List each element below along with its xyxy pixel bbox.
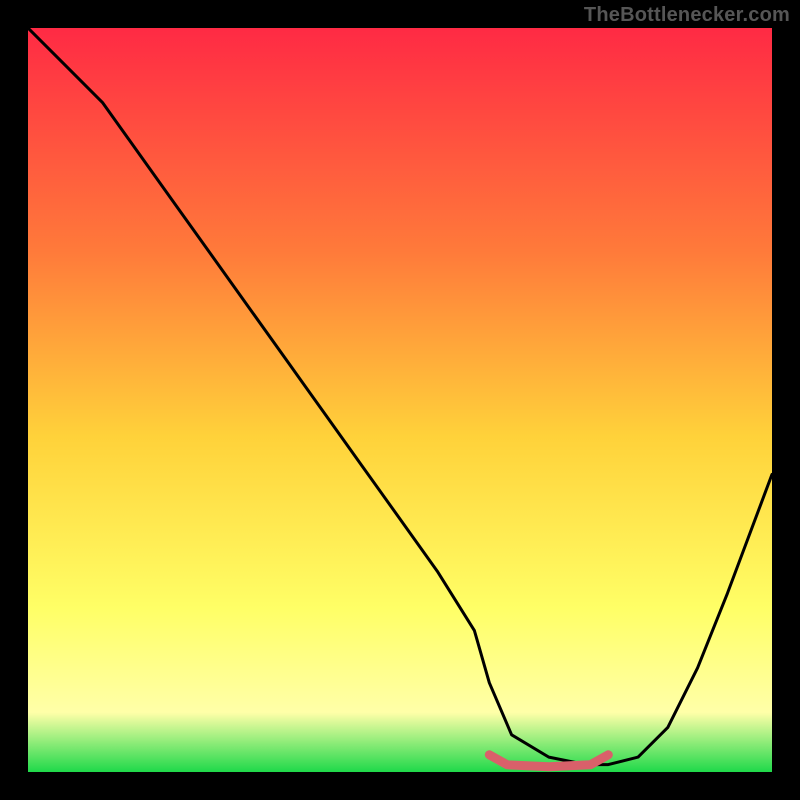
chart-container: TheBottlenecker.com [0,0,800,800]
gradient-background [28,28,772,772]
plot-area [28,28,772,772]
watermark-text: TheBottlenecker.com [584,4,790,27]
chart-svg [28,28,772,772]
